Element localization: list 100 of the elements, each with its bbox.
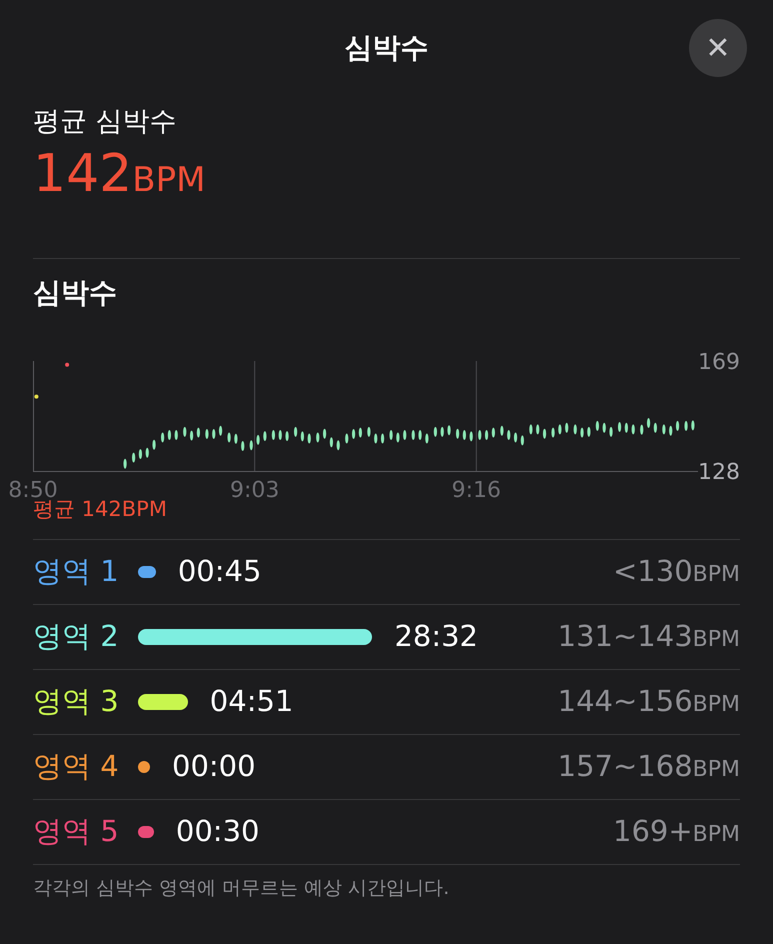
data-point — [308, 434, 311, 444]
data-point — [662, 424, 666, 434]
zone-time: 28:32 — [394, 618, 478, 656]
data-point — [234, 434, 238, 444]
zone-time: 04:51 — [210, 683, 294, 720]
data-point — [609, 426, 613, 437]
data-point — [492, 428, 495, 438]
zone-range: 131~143BPM — [558, 618, 740, 656]
data-point — [161, 432, 164, 442]
zone-label: 영역 4 — [33, 748, 120, 786]
data-point — [168, 430, 171, 440]
section-title: 심박수 — [33, 275, 118, 311]
data-point — [174, 430, 178, 440]
data-point — [34, 394, 38, 399]
data-point — [462, 430, 466, 440]
data-point — [640, 424, 644, 435]
data-point — [654, 422, 657, 433]
data-point — [558, 424, 562, 434]
y-tick-label: 169 — [698, 350, 740, 375]
data-point — [500, 426, 504, 436]
x-tick-label: 9:03 — [230, 478, 280, 499]
data-point — [484, 430, 488, 440]
data-point — [380, 434, 384, 444]
data-point — [132, 452, 136, 463]
x-tick-label: 9:16 — [452, 478, 502, 499]
data-point — [367, 426, 370, 437]
data-point — [691, 420, 694, 430]
data-point — [205, 428, 209, 439]
data-point — [456, 428, 460, 439]
data-point — [646, 418, 650, 428]
data-point — [403, 430, 406, 440]
data-point — [478, 430, 482, 440]
data-point — [624, 422, 628, 433]
data-point — [574, 424, 577, 434]
data-point — [536, 424, 540, 434]
data-point — [228, 432, 231, 442]
data-point — [507, 430, 510, 440]
data-point — [602, 422, 606, 433]
data-point — [212, 428, 216, 439]
sheet-title: 심박수 — [344, 30, 428, 66]
data-point — [514, 432, 518, 442]
data-point — [425, 434, 428, 444]
x-tick-label: 8:50 — [8, 478, 58, 499]
data-point — [218, 426, 222, 436]
data-point — [123, 458, 127, 469]
data-point — [470, 431, 473, 442]
data-point — [580, 428, 584, 438]
data-point — [618, 422, 622, 432]
zone-label: 영역 2 — [33, 618, 120, 656]
data-point — [412, 430, 415, 440]
data-point — [190, 430, 194, 441]
data-point — [551, 428, 555, 438]
zone-range: 144~156BPM — [558, 683, 740, 720]
zone-label: 영역 3 — [33, 683, 120, 720]
data-point — [336, 440, 340, 450]
data-point — [263, 431, 266, 442]
data-point — [389, 430, 393, 440]
data-point — [587, 426, 590, 437]
data-point — [285, 431, 289, 442]
data-point — [529, 424, 532, 434]
data-point — [316, 432, 320, 442]
data-point — [565, 422, 568, 433]
zone-time: 00:00 — [172, 748, 256, 786]
data-point — [352, 428, 356, 439]
data-point — [196, 428, 200, 438]
data-point — [294, 426, 298, 437]
data-point — [241, 441, 244, 452]
data-point — [138, 449, 142, 460]
zone-time: 00:45 — [178, 553, 262, 590]
data-point — [358, 428, 362, 438]
data-point — [684, 420, 688, 431]
data-point — [322, 428, 326, 439]
close-button[interactable]: ✕ — [689, 19, 747, 77]
data-point — [669, 426, 672, 436]
data-point — [256, 434, 260, 445]
zone-range: 157~168BPM — [558, 748, 740, 786]
data-point — [418, 430, 422, 440]
data-point — [440, 426, 444, 437]
data-point — [632, 424, 635, 434]
y-tick-label: 128 — [698, 460, 740, 485]
zone-range: 169+BPM — [613, 813, 740, 850]
data-point — [146, 448, 149, 458]
data-point — [330, 437, 333, 448]
data-point — [596, 420, 599, 431]
data-point — [300, 431, 304, 442]
data-point — [434, 426, 437, 437]
data-point — [65, 362, 70, 367]
data-point — [447, 425, 451, 436]
data-point — [183, 426, 186, 437]
data-point — [520, 435, 524, 446]
data-point — [272, 430, 276, 440]
data-point — [542, 428, 546, 439]
zone-time: 00:30 — [176, 813, 260, 850]
average-caption: 평균 142BPM — [33, 497, 168, 523]
data-point — [345, 434, 348, 444]
data-point — [374, 434, 378, 444]
zone-label: 영역 1 — [33, 553, 120, 590]
average-label: 평균 심박수 — [33, 105, 178, 139]
zone-range: <130BPM — [613, 553, 740, 590]
data-point — [676, 420, 680, 431]
